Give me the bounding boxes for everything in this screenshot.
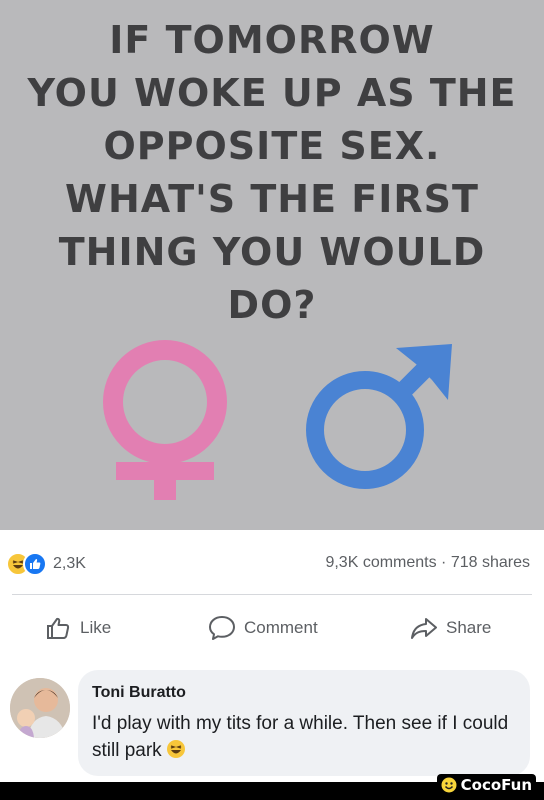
watermark-text: CocoFun — [460, 776, 532, 794]
post-stats: 2,3K 9,3K comments · 718 shares — [0, 530, 544, 590]
comment-bubble: Toni Buratto I'd play with my tits for a… — [78, 670, 530, 776]
cocofun-logo-icon — [441, 777, 457, 793]
avatar[interactable] — [10, 678, 70, 738]
female-symbol-icon — [103, 340, 227, 500]
comment-bubble-icon — [209, 616, 235, 640]
comment-author[interactable]: Toni Buratto — [92, 684, 186, 702]
meme-line: THING YOU WOULD — [58, 230, 486, 274]
share-label: Share — [446, 618, 492, 637]
post-footer: 2,3K 9,3K comments · 718 shares Like Com… — [0, 530, 544, 670]
share-button[interactable]: Share — [410, 614, 491, 642]
share-arrow-icon — [411, 618, 437, 639]
like-label: Like — [80, 618, 112, 637]
meme-line: DO? — [227, 283, 317, 327]
screenshot-frame: IF TOMORROW YOU WOKE UP AS THE OPPOSITE … — [0, 0, 544, 800]
like-button[interactable]: Like — [46, 614, 111, 642]
post-image[interactable]: IF TOMORROW YOU WOKE UP AS THE OPPOSITE … — [0, 0, 544, 530]
meme-line: OPPOSITE SEX. — [103, 124, 441, 168]
comment-button[interactable]: Comment — [208, 614, 318, 642]
meme-caption: IF TOMORROW YOU WOKE UP AS THE OPPOSITE … — [0, 14, 544, 332]
comment-body: I'd play with my tits for a while. Then … — [92, 713, 509, 761]
male-symbol-icon — [306, 344, 452, 489]
watermark: CocoFun — [436, 774, 536, 796]
comments-shares-count[interactable]: 9,3K comments · 718 shares — [325, 554, 530, 572]
meme-line: WHAT'S THE FIRST — [65, 177, 479, 221]
comment-text: I'd play with my tits for a while. Then … — [92, 710, 512, 764]
reaction-count: 2,3K — [53, 555, 86, 572]
gender-symbols — [103, 340, 452, 500]
post-actions: Like Comment Share — [0, 602, 544, 654]
comment: Toni Buratto I'd play with my tits for a… — [0, 670, 544, 782]
divider — [12, 594, 532, 595]
meme-line: YOU WOKE UP AS THE — [27, 71, 517, 115]
meme-line: IF TOMORROW — [109, 18, 435, 62]
reactions-summary[interactable]: 2,3K — [6, 552, 86, 576]
comment-label: Comment — [244, 618, 318, 637]
like-icon — [23, 552, 47, 576]
thumbs-up-icon — [47, 617, 70, 639]
laughing-emoji-icon — [166, 739, 186, 759]
avatar-photo-icon — [10, 678, 70, 738]
